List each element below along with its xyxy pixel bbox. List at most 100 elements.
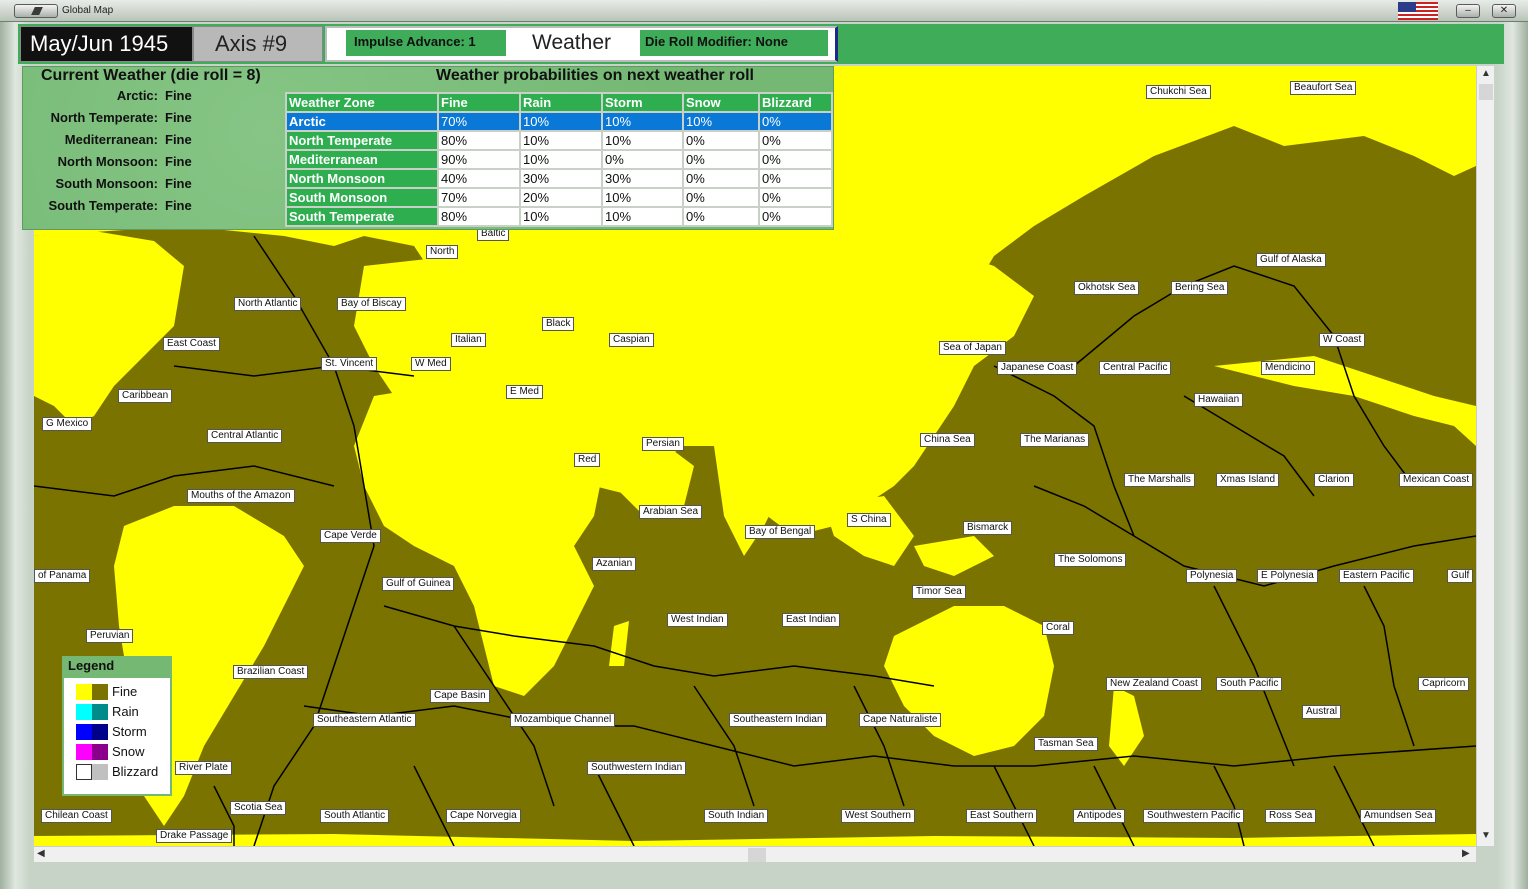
sea-area-label[interactable]: Polynesia [1186, 569, 1238, 583]
sea-area-label[interactable]: West Indian [667, 613, 728, 627]
horizontal-scroll-thumb[interactable] [748, 848, 766, 862]
sea-area-label[interactable]: G Mexico [42, 417, 93, 431]
sea-area-label[interactable]: Scotia Sea [230, 801, 287, 815]
sea-area-label[interactable]: Cape Verde [320, 529, 381, 543]
probability-cell: 0% [758, 187, 833, 208]
sea-area-label[interactable]: Italian [451, 333, 486, 347]
sea-area-label[interactable]: South Indian [704, 809, 769, 823]
sea-area-label[interactable]: Persian [642, 437, 684, 451]
sea-area-label[interactable]: The Solomons [1054, 553, 1127, 567]
scroll-right-icon[interactable]: ▶ [1462, 848, 1470, 859]
minimize-button[interactable]: – [1456, 4, 1480, 18]
sea-area-label[interactable]: Arabian Sea [639, 505, 703, 519]
sea-area-label[interactable]: China Sea [920, 433, 975, 447]
sea-area-label[interactable]: Central Pacific [1099, 361, 1172, 375]
sea-area-label[interactable]: Bismarck [963, 521, 1013, 535]
system-menu-button[interactable] [14, 4, 58, 18]
sea-area-label[interactable]: Bay of Bengal [745, 525, 816, 539]
sea-area-label[interactable]: Gulf [1447, 569, 1474, 583]
sea-area-label[interactable]: E Polynesia [1257, 569, 1318, 583]
table-row[interactable]: North Monsoon 40% 30% 30% 0% 0% [285, 168, 833, 189]
scroll-down-icon[interactable]: ▼ [1481, 830, 1491, 841]
sea-area-label[interactable]: Coral [1042, 621, 1074, 635]
sea-area-label[interactable]: Azanian [592, 557, 637, 571]
sea-area-label[interactable]: Cape Basin [430, 689, 490, 703]
sea-area-label[interactable]: Okhotsk Sea [1074, 281, 1140, 295]
legend-item-blizzard: Blizzard [74, 764, 170, 782]
sea-area-label[interactable]: Cape Naturaliste [859, 713, 942, 727]
sea-area-label[interactable]: New Zealand Coast [1106, 677, 1202, 691]
sea-area-label[interactable]: Sea of Japan [939, 341, 1006, 355]
us-flag-icon [1398, 2, 1438, 20]
sea-area-label[interactable]: St. Vincent [321, 357, 378, 371]
sea-area-label[interactable]: Southwestern Indian [587, 761, 687, 775]
sea-area-label[interactable]: Black [542, 317, 575, 331]
sea-area-label[interactable]: Brazilian Coast [233, 665, 309, 679]
sea-area-label[interactable]: Capricorn [1418, 677, 1470, 691]
sea-area-label[interactable]: Mouths of the Amazon [187, 489, 295, 503]
sea-area-label[interactable]: East Southern [966, 809, 1038, 823]
sea-area-label[interactable]: Antipodes [1073, 809, 1126, 823]
sea-area-label[interactable]: Southeastern Indian [729, 713, 827, 727]
sea-area-label[interactable]: Tasman Sea [1034, 737, 1098, 751]
sea-area-label[interactable]: Chukchi Sea [1146, 85, 1211, 99]
close-button[interactable]: ✕ [1492, 4, 1516, 18]
sea-area-label[interactable]: North [426, 245, 459, 259]
sea-area-label[interactable]: Mozambique Channel [510, 713, 616, 727]
sea-area-label[interactable]: South Atlantic [320, 809, 390, 823]
sea-area-label[interactable]: Southwestern Pacific [1143, 809, 1245, 823]
sea-area-label[interactable]: Beaufort Sea [1290, 81, 1357, 95]
zone-weather-value: Fine [165, 132, 192, 147]
sea-area-label[interactable]: Southeastern Atlantic [313, 713, 416, 727]
sea-area-label[interactable]: Ross Sea [1265, 809, 1317, 823]
zone-weather-value: Fine [165, 198, 192, 213]
sea-area-label[interactable]: Drake Passage [156, 829, 233, 843]
sea-area-label[interactable]: Austral [1302, 705, 1342, 719]
scroll-left-icon[interactable]: ◀ [37, 848, 45, 859]
sea-area-label[interactable]: Japanese Coast [997, 361, 1078, 375]
table-row[interactable]: South Temperate 80% 10% 10% 0% 0% [285, 206, 833, 227]
table-row[interactable]: Arctic 70% 10% 10% 10% 0% [285, 111, 833, 132]
sea-area-label[interactable]: Bering Sea [1171, 281, 1229, 295]
sea-area-label[interactable]: West Southern [841, 809, 915, 823]
sea-area-label[interactable]: South Pacific [1216, 677, 1283, 691]
sea-area-label[interactable]: The Marshalls [1124, 473, 1195, 487]
sea-area-label[interactable]: East Indian [782, 613, 841, 627]
sea-area-label[interactable]: North Atlantic [234, 297, 302, 311]
sea-area-label[interactable]: W Coast [1319, 333, 1366, 347]
sea-area-label[interactable]: Gulf of Alaska [1256, 253, 1326, 267]
sea-area-label[interactable]: S China [847, 513, 891, 527]
sea-area-label[interactable]: Bay of Biscay [337, 297, 406, 311]
sea-area-label[interactable]: Amundsen Sea [1360, 809, 1437, 823]
horizontal-scrollbar[interactable]: ◀ ▶ [34, 846, 1476, 862]
sea-area-label[interactable]: Chilean Coast [41, 809, 112, 823]
sea-area-label[interactable]: Timor Sea [912, 585, 966, 599]
sea-area-label[interactable]: Xmas Island [1216, 473, 1280, 487]
sea-area-label[interactable]: East Coast [163, 337, 220, 351]
probability-cell: 30% [601, 168, 684, 189]
sea-area-label[interactable]: E Med [506, 385, 543, 399]
table-row[interactable]: Mediterranean 90% 10% 0% 0% 0% [285, 149, 833, 170]
sea-area-label[interactable]: Hawaiian [1194, 393, 1244, 407]
sea-area-label[interactable]: Red [574, 453, 601, 467]
sea-area-label[interactable]: The Marianas [1020, 433, 1090, 447]
sea-area-label[interactable]: Caribbean [118, 389, 173, 403]
column-header: Weather Zone [285, 92, 439, 113]
sea-area-label[interactable]: W Med [411, 357, 451, 371]
scroll-up-icon[interactable]: ▲ [1481, 68, 1491, 79]
sea-area-label[interactable]: Caspian [609, 333, 654, 347]
sea-area-label[interactable]: Gulf of Guinea [382, 577, 455, 591]
vertical-scroll-thumb[interactable] [1479, 84, 1493, 100]
sea-area-label[interactable]: Mexican Coast [1399, 473, 1474, 487]
sea-area-label[interactable]: Clarion [1314, 473, 1354, 487]
table-row[interactable]: South Monsoon 70% 20% 10% 0% 0% [285, 187, 833, 208]
table-row[interactable]: North Temperate 80% 10% 10% 0% 0% [285, 130, 833, 151]
sea-area-label[interactable]: River Plate [175, 761, 232, 775]
sea-area-label[interactable]: Mendicino [1261, 361, 1315, 375]
sea-area-label[interactable]: Peruvian [86, 629, 134, 643]
sea-area-label[interactable]: Central Atlantic [207, 429, 283, 443]
sea-area-label[interactable]: Cape Norvegia [446, 809, 521, 823]
sea-area-label[interactable]: of Panama [34, 569, 91, 583]
vertical-scrollbar[interactable]: ▲ ▼ [1476, 66, 1494, 846]
sea-area-label[interactable]: Eastern Pacific [1339, 569, 1414, 583]
